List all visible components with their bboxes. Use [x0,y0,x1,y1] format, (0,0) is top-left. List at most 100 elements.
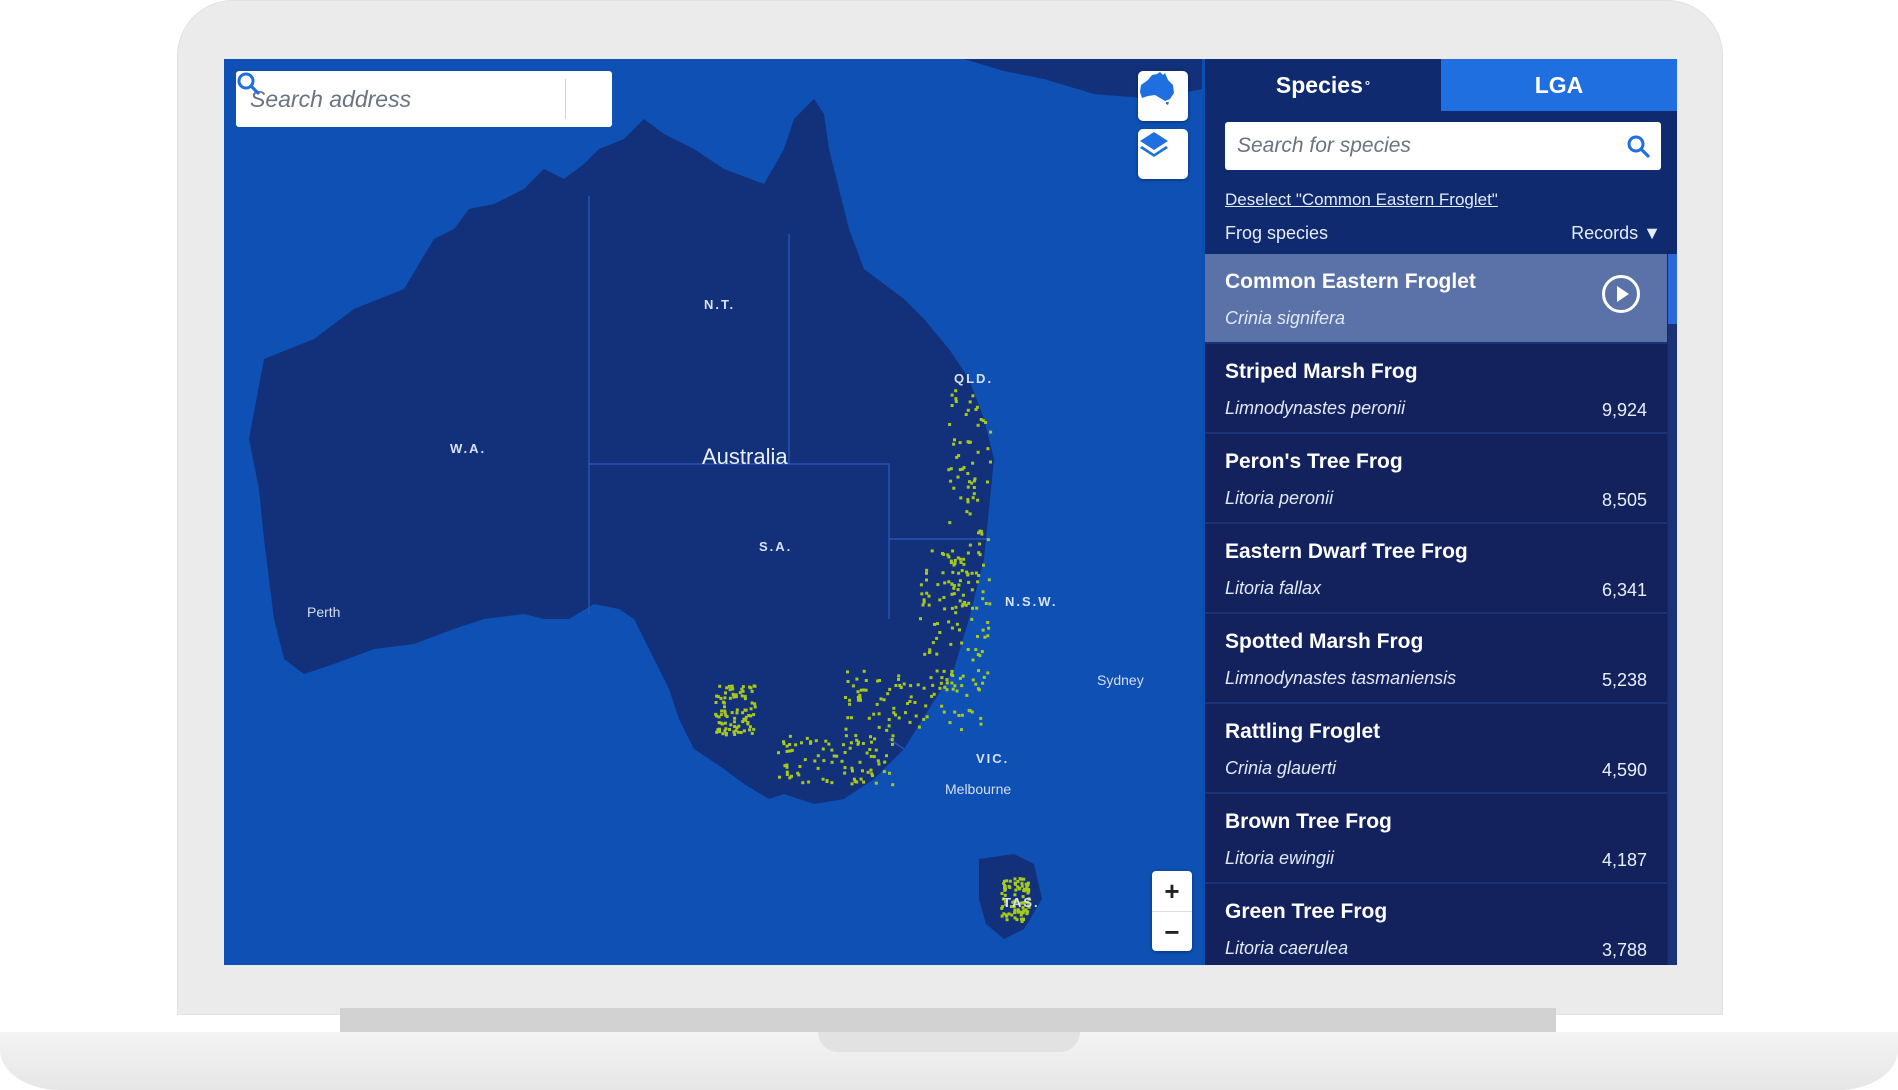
record-dot [732,730,736,734]
record-dot [1020,884,1024,888]
species-search-box[interactable]: Search for species [1225,122,1661,170]
layers-button[interactable] [1138,129,1188,179]
record-dot [981,681,985,685]
species-list[interactable]: Common Eastern Froglet Crinia signifera … [1205,254,1667,965]
species-row[interactable]: Eastern Dwarf Tree Frog Litoria fallax 6… [1205,524,1667,614]
species-common-name: Rattling Froglet [1225,720,1381,743]
record-dot [720,722,724,726]
record-dot [741,720,745,724]
reset-view-button[interactable] [1138,71,1188,121]
record-dot [957,714,961,717]
record-dot [737,724,741,728]
species-row[interactable]: Spotted Marsh Frog Limnodynastes tasmani… [1205,614,1667,704]
record-dot [753,702,757,706]
record-dot [981,419,985,423]
address-search-box[interactable]: Search address [236,71,612,127]
species-record-count: 4,590 [1601,760,1647,780]
record-dot [715,730,719,734]
species-list-scrollbar[interactable] [1668,254,1677,965]
record-dot [948,721,952,725]
map-label-nt: N.T. [704,297,736,312]
species-row[interactable]: Peron's Tree Frog Litoria peronii 8,505 [1205,434,1667,524]
record-dot [733,716,737,720]
record-dot [859,777,863,781]
record-dot [856,690,860,694]
record-dot [796,771,800,775]
record-dot [732,695,736,699]
zoom-out-button[interactable]: − [1152,912,1192,952]
species-record-count: 4,187 [1601,850,1647,870]
species-row[interactable]: Common Eastern Froglet Crinia signifera [1205,254,1667,344]
record-dot [939,681,943,685]
play-call-button[interactable] [1601,274,1641,319]
species-row[interactable]: Rattling Froglet Crinia glauerti 4,590 [1205,704,1667,794]
species-scientific-name: Crinia signifera [1225,308,1346,328]
record-dot [953,559,957,562]
record-dot [976,580,980,584]
record-dot [714,701,718,704]
record-dot [978,654,982,658]
species-panel: Species ° LGA Search for species Deselect… [1205,59,1677,965]
record-dot [935,636,939,640]
record-dot [890,738,894,742]
record-dot [976,423,980,427]
record-dot [950,393,954,397]
record-dot [750,731,754,735]
record-dot [942,710,946,714]
record-dot [956,588,960,592]
record-dot [778,775,781,779]
record-dot [945,678,949,682]
species-common-name: Brown Tree Frog [1225,810,1392,833]
record-dot [942,552,946,556]
record-dot [986,621,990,624]
record-dot [809,741,812,745]
map-label-sa: S.A. [759,539,793,554]
record-dot [921,603,925,607]
record-dot [728,688,732,692]
record-dot [963,600,967,604]
species-search-input[interactable]: Search for species [1225,134,1615,158]
address-search-button[interactable] [237,71,612,127]
map-label-wa: W.A. [450,441,487,456]
species-row[interactable]: Striped Marsh Frog Limnodynastes peronii… [1205,344,1667,434]
record-dot [954,397,958,401]
record-dot [785,773,789,776]
address-search-input[interactable]: Search address [236,86,565,113]
record-dot [843,751,847,754]
record-dot [874,748,878,752]
record-dot [731,687,735,691]
record-dot [857,698,860,702]
record-dot [723,721,727,725]
sort-records-toggle[interactable]: Records ▼ [1571,223,1661,244]
tab-lga[interactable]: LGA [1441,59,1677,111]
tab-species[interactable]: Species ° [1205,59,1441,111]
record-dot [1013,881,1017,885]
record-dot [959,496,963,500]
record-dot [976,635,979,638]
record-dot [855,677,859,681]
deselect-species-link[interactable]: Deselect "Common Eastern Froglet" [1225,190,1498,210]
record-dot [953,438,956,442]
record-dot [1016,880,1020,883]
zoom-in-button[interactable]: + [1152,871,1192,911]
species-row[interactable]: Brown Tree Frog Litoria ewingii 4,187 [1205,794,1667,884]
record-dot [962,557,966,561]
record-dot [897,674,901,678]
record-dot [958,441,962,445]
record-dot [852,777,856,781]
record-dot [868,748,872,751]
record-dot [720,709,724,713]
record-dot [869,768,873,772]
scrollbar-thumb[interactable] [1668,254,1677,324]
record-dot [978,542,982,546]
record-dot [869,735,872,739]
record-dot [1003,888,1007,892]
record-dot [800,741,803,745]
record-dot [947,580,951,584]
species-search-button[interactable] [1615,134,1661,158]
species-record-count: 8,505 [1601,490,1647,510]
species-row[interactable]: Green Tree Frog Litoria caerulea 3,788 [1205,884,1667,965]
tab-species-marker: ° [1364,77,1371,93]
record-dot [987,578,991,582]
map-view[interactable]: Australia W.A. N.T. QLD. S.A. N.S.W. VIC… [224,59,1202,965]
